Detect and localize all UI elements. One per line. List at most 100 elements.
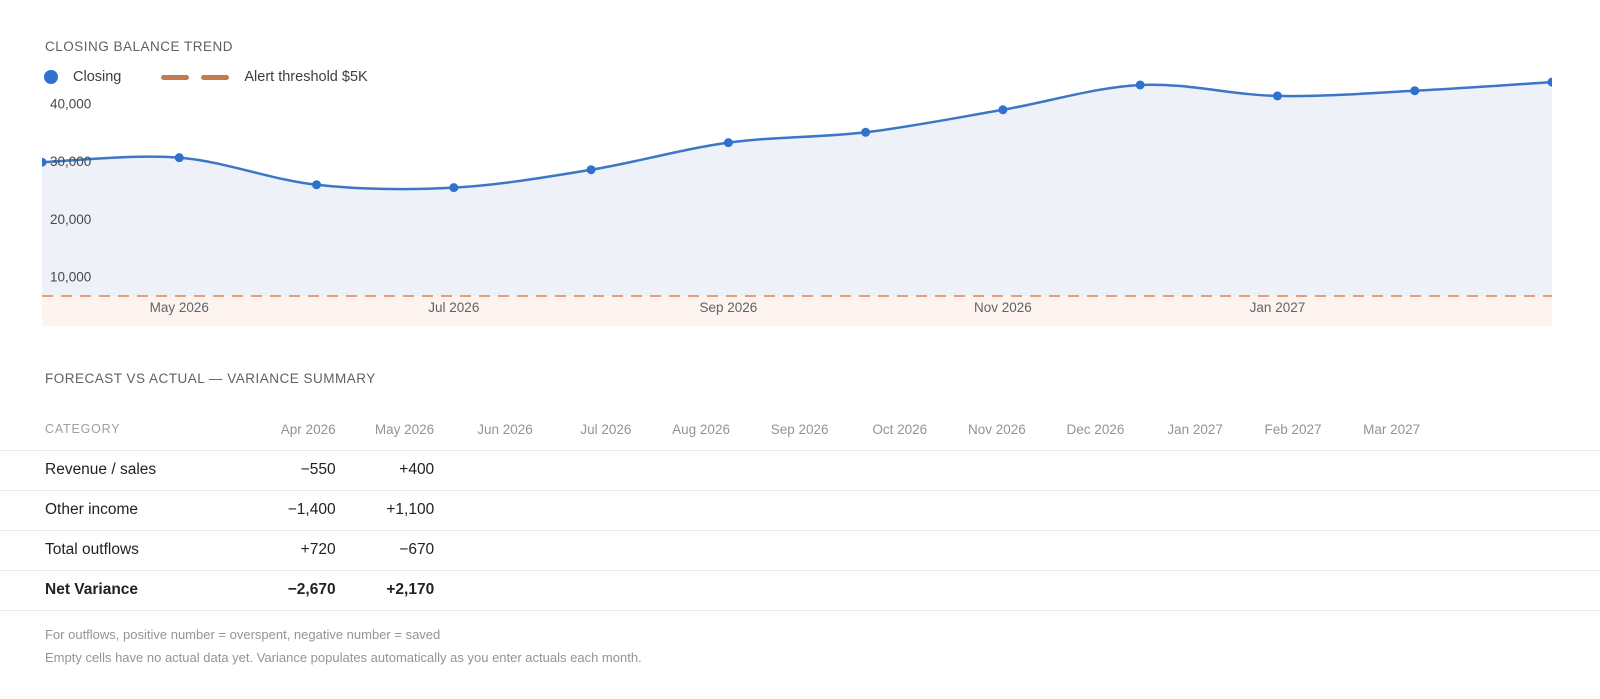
data-point-jul-2026[interactable] xyxy=(449,183,458,192)
value-cell xyxy=(631,570,730,610)
data-point-aug-2026[interactable] xyxy=(587,165,596,174)
value-cell: +720 xyxy=(237,530,336,570)
value-cell xyxy=(1124,450,1223,490)
data-point-sep-2026[interactable] xyxy=(724,138,733,147)
value-cell: +400 xyxy=(336,450,435,490)
value-cell xyxy=(829,450,928,490)
column-header-month: Mar 2027 xyxy=(1322,409,1421,450)
x-axis-tick: Sep 2026 xyxy=(699,300,757,315)
table-row: Total outflows+720−670 xyxy=(0,530,1600,570)
value-cell xyxy=(1026,570,1125,610)
table-header-row: CATEGORYApr 2026May 2026Jun 2026Jul 2026… xyxy=(0,409,1600,450)
value-cell xyxy=(533,450,632,490)
value-cell: −1,400 xyxy=(237,490,336,530)
value-cell xyxy=(927,570,1026,610)
x-axis-tick: May 2026 xyxy=(150,300,209,315)
column-header-month: Jun 2026 xyxy=(434,409,533,450)
data-point-may-2026[interactable] xyxy=(175,153,184,162)
y-axis-tick: 30,000 xyxy=(50,154,91,169)
below-threshold-band xyxy=(42,296,1552,326)
category-cell: Other income xyxy=(0,490,237,530)
table-row: Other income−1,400+1,100 xyxy=(0,490,1600,530)
value-cell: −670 xyxy=(336,530,435,570)
value-cell xyxy=(533,490,632,530)
variance-table: CATEGORYApr 2026May 2026Jun 2026Jul 2026… xyxy=(0,409,1600,611)
closing-area-fill xyxy=(42,82,1552,296)
value-cell xyxy=(434,490,533,530)
value-cell xyxy=(1026,490,1125,530)
value-cell xyxy=(1026,530,1125,570)
column-header-month: Dec 2026 xyxy=(1026,409,1125,450)
value-cell xyxy=(631,490,730,530)
outflows-footnote: For outflows, positive number = overspen… xyxy=(45,627,440,642)
value-cell xyxy=(1223,530,1322,570)
category-cell: Net Variance xyxy=(0,570,237,610)
data-point-feb-2027[interactable] xyxy=(1410,86,1419,95)
value-cell xyxy=(1026,450,1125,490)
empty-cells-footnote: Empty cells have no actual data yet. Var… xyxy=(45,650,642,665)
closing-balance-line-chart[interactable]: 10,000 20,000 30,000 40,000 May 2026 Jul 2026… xyxy=(0,0,1600,340)
table-row: Revenue / sales−550+400 xyxy=(0,450,1600,490)
value-cell xyxy=(927,490,1026,530)
category-cell: Revenue / sales xyxy=(0,450,237,490)
value-cell xyxy=(829,530,928,570)
data-point-jun-2026[interactable] xyxy=(312,180,321,189)
column-header-month: Jul 2026 xyxy=(533,409,632,450)
category-cell: Total outflows xyxy=(0,530,237,570)
value-cell xyxy=(1124,530,1223,570)
value-cell xyxy=(533,570,632,610)
data-point-oct-2026[interactable] xyxy=(861,128,870,137)
value-cell xyxy=(829,490,928,530)
data-point-apr-2026[interactable] xyxy=(38,158,47,167)
y-axis-tick: 10,000 xyxy=(50,270,91,285)
value-cell xyxy=(1124,570,1223,610)
y-axis-tick: 40,000 xyxy=(50,97,91,112)
value-cell xyxy=(1124,490,1223,530)
value-cell: −2,670 xyxy=(237,570,336,610)
column-header-month: Nov 2026 xyxy=(927,409,1026,450)
x-axis-tick: Jan 2027 xyxy=(1250,300,1306,315)
value-cell xyxy=(631,450,730,490)
value-cell xyxy=(533,530,632,570)
value-cell xyxy=(631,530,730,570)
x-axis-tick: Jul 2026 xyxy=(428,300,479,315)
value-cell: +2,170 xyxy=(336,570,435,610)
value-cell: −550 xyxy=(237,450,336,490)
data-point-mar-2027[interactable] xyxy=(1548,78,1557,87)
value-cell xyxy=(927,530,1026,570)
column-header-month: Aug 2026 xyxy=(631,409,730,450)
value-cell: +1,100 xyxy=(336,490,435,530)
filler-cell xyxy=(1420,490,1600,530)
value-cell xyxy=(927,450,1026,490)
value-cell xyxy=(730,530,829,570)
value-cell xyxy=(1322,530,1421,570)
value-cell xyxy=(1322,570,1421,610)
table-row: Net Variance−2,670+2,170 xyxy=(0,570,1600,610)
x-axis-tick: Nov 2026 xyxy=(974,300,1032,315)
column-header-filler xyxy=(1420,409,1600,450)
column-header-category: CATEGORY xyxy=(0,409,237,450)
y-axis-tick: 20,000 xyxy=(50,212,91,227)
value-cell xyxy=(730,490,829,530)
value-cell xyxy=(434,530,533,570)
data-point-jan-2027[interactable] xyxy=(1273,91,1282,100)
value-cell xyxy=(1322,490,1421,530)
value-cell xyxy=(1223,570,1322,610)
column-header-month: Apr 2026 xyxy=(237,409,336,450)
filler-cell xyxy=(1420,570,1600,610)
data-point-dec-2026[interactable] xyxy=(1136,80,1145,89)
value-cell xyxy=(829,570,928,610)
value-cell xyxy=(730,450,829,490)
value-cell xyxy=(730,570,829,610)
table-title: FORECAST VS ACTUAL — VARIANCE SUMMARY xyxy=(45,371,376,386)
filler-cell xyxy=(1420,530,1600,570)
value-cell xyxy=(1223,490,1322,530)
column-header-month: Jan 2027 xyxy=(1124,409,1223,450)
data-point-nov-2026[interactable] xyxy=(998,105,1007,114)
filler-cell xyxy=(1420,450,1600,490)
column-header-month: May 2026 xyxy=(336,409,435,450)
value-cell xyxy=(434,450,533,490)
value-cell xyxy=(434,570,533,610)
column-header-month: Oct 2026 xyxy=(829,409,928,450)
value-cell xyxy=(1322,450,1421,490)
